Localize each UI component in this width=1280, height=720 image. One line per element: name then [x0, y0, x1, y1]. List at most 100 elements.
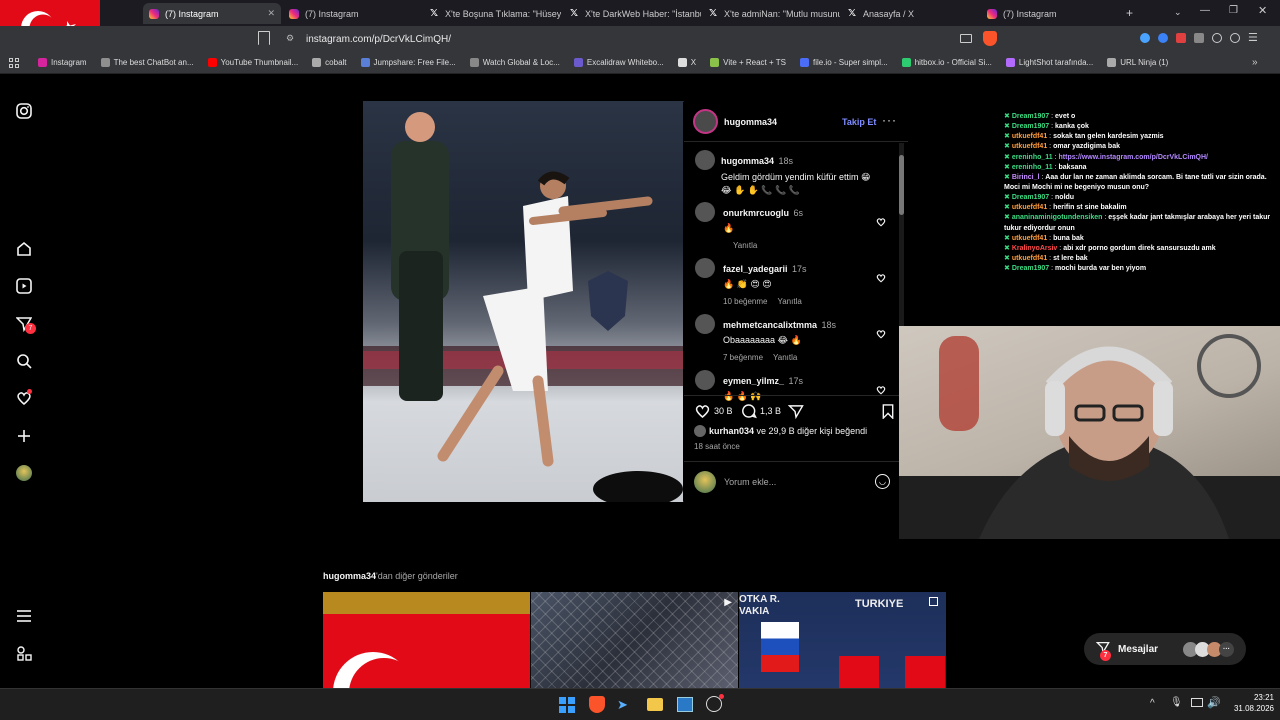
comment-avatar[interactable] [695, 370, 715, 390]
messages-button[interactable]: 7 Mesajlar ··· [1084, 633, 1246, 665]
caption-author[interactable]: hugomma34 [721, 156, 774, 166]
brave-taskbar-icon[interactable] [589, 696, 605, 713]
more-menu-icon[interactable] [14, 606, 34, 626]
bookmark-item[interactable]: file.io - Super simpl... [799, 58, 888, 67]
profile-avatar[interactable] [14, 463, 34, 483]
comment-like-icon[interactable] [876, 214, 886, 232]
bookmark-item[interactable]: cobalt [312, 58, 347, 67]
comment-user[interactable]: eymen_yilmz_ [723, 376, 784, 386]
liked-by-rest[interactable]: ve 29,9 B diğer kişi beğendi [757, 426, 868, 436]
close-tab-icon[interactable]: ✕ [267, 8, 275, 19]
post-video[interactable] [363, 101, 683, 507]
tab[interactable]: 𝕏 X'te Boşuna Tıklama: "Hüseyin [423, 3, 561, 24]
puzzle-icon[interactable] [1194, 33, 1204, 43]
bookmark-item[interactable]: Jumpshare: Free File... [360, 58, 456, 67]
bookmark-item[interactable]: hitbox.io - Official Si... [901, 58, 992, 67]
liked-by-avatar[interactable] [694, 425, 706, 437]
emoji-icon[interactable]: ◡ [875, 474, 890, 489]
tab[interactable]: 𝕏 X'te admiNan: "Mutlu musunuz [702, 3, 840, 24]
tab[interactable]: 𝕏 Anasayfa / X [841, 3, 979, 24]
bookmark-item[interactable]: Vite + React + TS [710, 58, 786, 67]
comment-likes[interactable]: 7 beğenme [723, 353, 763, 362]
create-post-icon[interactable] [14, 426, 34, 446]
tab[interactable]: (7) Instagram [981, 3, 1119, 24]
new-tab-button[interactable]: + [1126, 6, 1133, 20]
grid-post-2[interactable]: ▶ [531, 592, 738, 688]
tray-chevron-icon[interactable]: ^ [1150, 698, 1155, 709]
close-window-button[interactable]: ✕ [1258, 4, 1267, 17]
more-posts-user[interactable]: hugomma34 [323, 571, 376, 581]
bookmark-item[interactable]: YouTube Thumbnail... [207, 58, 298, 67]
comment-input[interactable]: Yorum ekle... [724, 477, 864, 487]
bookmark-item[interactable]: Excalidraw Whitebo... [573, 58, 664, 67]
bookmark-item[interactable]: The best ChatBot an... [100, 58, 194, 67]
bookmark-item[interactable]: Watch Global & Loc... [469, 58, 560, 67]
comment-like-icon[interactable] [876, 326, 886, 344]
extension-icon[interactable] [1140, 33, 1150, 43]
more-options-icon[interactable]: ··· [882, 113, 897, 127]
extension-icon[interactable] [1176, 33, 1186, 43]
comment-user[interactable]: fazel_yadegarii [723, 264, 788, 274]
obs-taskbar-icon[interactable] [706, 694, 724, 712]
comment-user[interactable]: mehmetcancalixtmma [723, 320, 817, 330]
comment-avatar[interactable] [695, 202, 715, 222]
comment-like-icon[interactable] [876, 270, 886, 288]
grid-post-3[interactable]: OTKA R. VAKIA TURKIYE [739, 592, 946, 688]
comment-count[interactable]: 1,3 B [760, 406, 781, 416]
like-count[interactable]: 30 B [714, 406, 733, 416]
bookmark-item[interactable]: LightShot tarafında... [1005, 58, 1093, 67]
comment-like-icon[interactable] [876, 382, 886, 400]
bookmark-item[interactable]: Instagram [38, 58, 87, 67]
reply-button[interactable]: Yanıtla [773, 353, 797, 362]
bookmark-icon[interactable] [258, 31, 270, 45]
apps-grid-icon[interactable] [9, 58, 19, 68]
brave-shield-icon[interactable] [983, 31, 997, 46]
system-clock[interactable]: 23:21 31.08.2026 [1226, 692, 1274, 714]
search-icon[interactable] [14, 351, 34, 371]
monitor-app-icon[interactable] [677, 697, 693, 712]
bookmark-item[interactable]: X [677, 58, 696, 67]
comment-icon[interactable] [740, 403, 757, 424]
start-menu-icon[interactable] [559, 697, 575, 713]
comment-avatar[interactable] [695, 258, 715, 278]
follow-button[interactable]: Takip Et [842, 117, 876, 127]
reels-icon[interactable] [14, 276, 34, 296]
screen-share-icon[interactable] [960, 34, 972, 43]
direct-messages-icon[interactable]: 7 [14, 314, 36, 334]
menu-icon[interactable]: ☰ [1248, 33, 1258, 44]
comment-likes[interactable]: 10 beğenme [723, 297, 767, 306]
wallet-icon[interactable] [1212, 33, 1222, 43]
tab[interactable]: (7) Instagram ✕ [143, 3, 281, 24]
network-icon[interactable] [1191, 698, 1203, 707]
reply-button[interactable]: Yanıtla [777, 297, 801, 306]
volume-icon[interactable]: 🔊 [1207, 696, 1221, 709]
reply-button[interactable]: Yanıtla [733, 241, 757, 250]
home-icon[interactable] [14, 239, 34, 259]
instagram-logo-icon[interactable] [14, 101, 34, 121]
post-author[interactable]: hugomma34 [724, 117, 777, 127]
bookmark-item[interactable]: URL Ninja (1) [1107, 58, 1168, 67]
more-bookmarks-icon[interactable]: » [1252, 57, 1258, 68]
scrollbar-thumb[interactable] [899, 155, 904, 215]
restore-window-button[interactable]: ❐ [1229, 5, 1238, 16]
tab[interactable]: 𝕏 X'te DarkWeb Haber: "İstanbul [563, 3, 701, 24]
vpn-icon[interactable] [1230, 33, 1240, 43]
tab[interactable]: (7) Instagram [283, 3, 421, 24]
share-icon[interactable] [787, 404, 804, 424]
like-icon[interactable] [694, 403, 711, 424]
grid-post-1[interactable] [323, 592, 530, 688]
save-icon[interactable] [881, 404, 895, 424]
also-from-meta-icon[interactable] [14, 643, 34, 663]
url-field[interactable]: ⚙ instagram.com/p/DcrVkLCimQH/ [276, 30, 966, 48]
tab-list-icon[interactable]: ⌄ [1174, 7, 1182, 18]
caption-avatar[interactable] [695, 150, 715, 170]
heart-notifications-icon[interactable] [14, 388, 34, 408]
comment-avatar[interactable] [695, 314, 715, 334]
site-settings-icon[interactable]: ⚙ [286, 33, 294, 44]
file-explorer-icon[interactable] [647, 698, 663, 711]
minimize-window-button[interactable]: — [1200, 5, 1210, 16]
microphone-icon[interactable]: 🎙 [1170, 697, 1183, 708]
extension-icon[interactable] [1158, 33, 1168, 43]
telegram-taskbar-icon[interactable]: ➤ [617, 697, 628, 713]
author-avatar[interactable] [693, 109, 718, 134]
